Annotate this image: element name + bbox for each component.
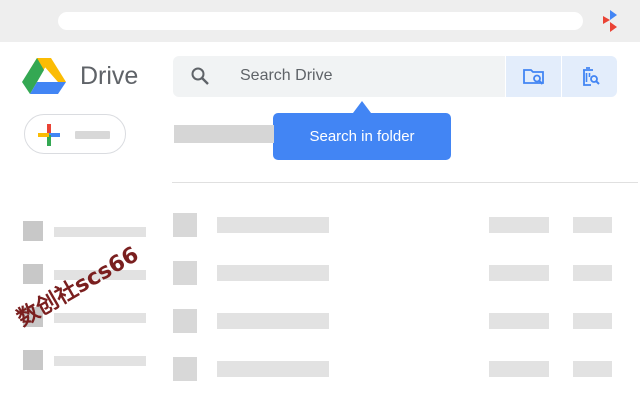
- address-bar[interactable]: [58, 12, 583, 30]
- file-row-meta-placeholder: [489, 217, 549, 233]
- file-row-meta-placeholder: [489, 265, 549, 281]
- trash-search-icon: [583, 67, 600, 86]
- extension-icon[interactable]: [601, 10, 619, 32]
- sidebar-item-icon-placeholder: [23, 221, 43, 241]
- new-button-label-placeholder: [75, 131, 110, 139]
- sidebar-item-label-placeholder: [54, 227, 146, 237]
- file-row-name-placeholder: [217, 217, 329, 233]
- drive-logo-icon: [22, 58, 66, 94]
- file-row-size-placeholder: [573, 313, 612, 329]
- app-title: Drive: [80, 62, 139, 90]
- search-icon[interactable]: [190, 66, 210, 86]
- file-row-name-placeholder: [217, 313, 329, 329]
- folder-search-button[interactable]: [506, 56, 561, 97]
- file-row-meta-placeholder: [489, 313, 549, 329]
- sidebar-item-label-placeholder: [54, 313, 146, 323]
- new-button[interactable]: [24, 114, 126, 154]
- file-row-icon-placeholder: [173, 261, 197, 285]
- file-row-size-placeholder: [573, 217, 612, 233]
- file-row-icon-placeholder: [173, 357, 197, 381]
- file-row-size-placeholder: [573, 361, 612, 377]
- file-row-name-placeholder: [217, 265, 329, 281]
- file-row-name-placeholder: [217, 361, 329, 377]
- trash-search-button[interactable]: [562, 56, 617, 97]
- search-in-folder-tooltip: Search in folder: [273, 113, 451, 160]
- search-input[interactable]: [240, 63, 490, 89]
- file-row-meta-placeholder: [489, 361, 549, 377]
- file-row-size-placeholder: [573, 265, 612, 281]
- tooltip-arrow: [353, 101, 371, 113]
- file-row-icon-placeholder: [173, 213, 197, 237]
- sidebar-item-label-placeholder: [54, 356, 146, 366]
- header-placeholder: [174, 125, 274, 143]
- tooltip-text: Search in folder: [309, 128, 415, 145]
- plus-icon: [38, 124, 60, 146]
- sidebar-item-icon-placeholder: [23, 264, 43, 284]
- sidebar-item-icon-placeholder: [23, 350, 43, 370]
- folder-search-icon: [523, 69, 544, 85]
- content-divider: [172, 182, 638, 183]
- file-row-icon-placeholder: [173, 309, 197, 333]
